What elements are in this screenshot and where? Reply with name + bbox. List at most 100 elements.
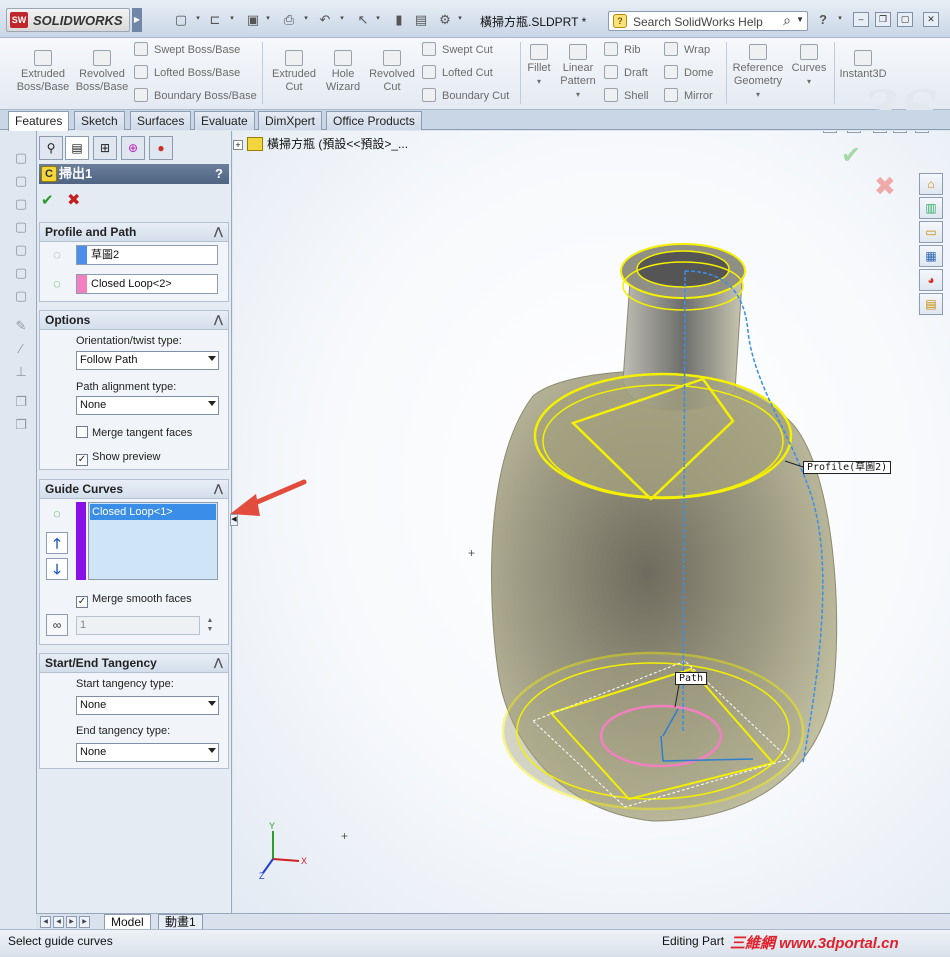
boundary-boss-button[interactable]: Boundary Boss/Base [134,87,257,105]
open-dropdown-icon[interactable]: ▾ [228,14,236,24]
collapse-icon[interactable]: ⋀ [214,223,223,241]
cube-icon[interactable]: ▢ [12,264,30,282]
cube-icon[interactable]: ▢ [12,149,30,167]
cancel-x-icon[interactable]: ✖ [67,190,80,210]
sketch-pen-icon[interactable]: ✎ [12,317,30,335]
checkbox-box[interactable]: ✓ [76,596,88,608]
last-tab-icon[interactable]: ▶ [79,916,90,928]
revolved-boss-button[interactable]: Revolved Boss/Base [72,50,132,94]
instant3d-button[interactable]: Instant3D [836,50,890,81]
merge-tangent-checkbox[interactable]: Merge tangent faces [76,426,192,440]
path-field[interactable]: Closed Loop<2> [76,274,218,294]
checkbox-box[interactable]: ✓ [76,454,88,466]
minimize-icon[interactable]: – [853,12,869,27]
options-dropdown-icon[interactable]: ▾ [456,14,464,24]
undo-dropdown-icon[interactable]: ▾ [338,14,346,24]
curves-button[interactable]: Curves ▾ [788,44,830,88]
linear-pattern-button[interactable]: Linear Pattern ▾ [558,44,598,101]
prev-tab-icon[interactable]: ◀ [53,916,64,928]
search-dropdown-icon[interactable]: ▼ [796,15,804,24]
print-icon[interactable]: ⎙ [280,12,298,28]
swept-boss-button[interactable]: Swept Boss/Base [134,41,240,59]
mirror-button[interactable]: Mirror [664,87,713,105]
ok-check-icon[interactable]: ✔ [41,191,54,209]
new-document-icon[interactable]: ▢ [172,12,190,28]
display-manager-tab-icon[interactable]: ● [149,136,173,160]
lofted-boss-button[interactable]: Lofted Boss/Base [134,64,240,82]
relations-icon[interactable]: ⊥ [12,363,30,381]
cube-icon[interactable]: ▢ [12,172,30,190]
copy-icon[interactable]: ❐ [12,416,30,434]
help-icon[interactable]: ? [814,12,832,28]
print-dropdown-icon[interactable]: ▾ [302,14,310,24]
fillet-button[interactable]: Fillet ▾ [524,44,554,88]
show-sections-icon[interactable]: ∞ [46,614,68,636]
pattern-dropdown-icon[interactable]: ▾ [576,90,580,99]
fillet-dropdown-icon[interactable]: ▾ [537,77,541,86]
collapse-panel-icon[interactable]: ◀ [230,514,238,526]
group-header[interactable]: Options ⋀ [40,311,228,330]
rebuild-icon[interactable]: ▮ [390,12,408,28]
checkbox-box[interactable] [76,426,88,438]
cube-icon[interactable]: ▢ [12,241,30,259]
cube-icon[interactable]: ▢ [12,218,30,236]
feature-manager-tab-icon[interactable]: ⚲ [39,136,63,160]
undo-icon[interactable]: ↶ [316,12,334,28]
rib-button[interactable]: Rib [604,41,641,59]
next-tab-icon[interactable]: ▶ [66,916,77,928]
dimxpert-manager-tab-icon[interactable]: ⊕ [121,136,145,160]
restore-icon[interactable]: ❐ [875,12,891,27]
dome-button[interactable]: Dome [664,64,713,82]
revolved-cut-button[interactable]: Revolved Cut [366,50,418,94]
shell-button[interactable]: Shell [604,87,648,105]
save-dropdown-icon[interactable]: ▾ [264,14,272,24]
end-tangency-select[interactable]: None [76,743,219,762]
close-icon[interactable]: ✕ [923,12,939,27]
cube-icon[interactable]: ▢ [12,195,30,213]
options-gear-icon[interactable]: ⚙ [436,12,454,28]
tab-model[interactable]: Model [104,914,151,930]
show-preview-checkbox[interactable]: ✓ Show preview [76,450,160,466]
collapse-icon[interactable]: ⋀ [214,654,223,672]
copy-icon[interactable]: ❐ [12,393,30,411]
solidworks-logo[interactable]: SW SOLIDWORKS [6,8,130,32]
help-search-box[interactable]: ? Search SolidWorks Help ⌕ ▼ [608,11,808,31]
cube-icon[interactable]: ▢ [12,287,30,305]
group-header[interactable]: Start/End Tangency ⋀ [40,654,228,673]
lofted-cut-button[interactable]: Lofted Cut [422,64,493,82]
group-header[interactable]: Guide Curves ⋀ [40,480,228,499]
path-alignment-select[interactable]: None [76,396,219,415]
collapse-icon[interactable]: ⋀ [214,311,223,329]
swept-cut-button[interactable]: Swept Cut [422,41,493,59]
profile-callout[interactable]: Profile(草圖2) [803,461,892,474]
merge-smooth-checkbox[interactable]: ✓ Merge smooth faces [76,592,192,608]
open-folder-icon[interactable]: ⊏ [206,12,224,28]
graphics-area[interactable]: +橫掃方瓶 (預設<<預設>_... ⊕ ⊕ ↺ ◩ ◈ ▾ ▣ ▾ ∞ ▾ ●… [233,131,950,913]
first-tab-icon[interactable]: ◀ [40,916,51,928]
property-manager-tab-icon[interactable]: ▤ [65,136,89,160]
orientation-select[interactable]: Follow Path [76,351,219,370]
tab-features[interactable]: Features [8,111,70,131]
help-icon[interactable]: ? [215,164,223,184]
profile-field[interactable]: 草圖2 [76,245,218,265]
path-callout[interactable]: Path [675,672,708,685]
bottle-model-preview[interactable]: + + [233,131,950,913]
hole-wizard-button[interactable]: Hole Wizard [320,50,366,94]
extruded-cut-button[interactable]: Extruded Cut [268,50,320,94]
boundary-cut-button[interactable]: Boundary Cut [422,87,509,105]
wrap-button[interactable]: Wrap [664,41,710,59]
tab-animation[interactable]: 動畫1 [158,914,203,930]
guide-curve-item[interactable]: Closed Loop<1> [90,504,216,520]
start-tangency-select[interactable]: None [76,696,219,715]
new-dropdown-icon[interactable]: ▾ [194,14,202,24]
save-icon[interactable]: ▣ [244,12,262,28]
tab-dimxpert[interactable]: DimXpert [258,111,323,130]
section-spin-input[interactable]: 1 [76,616,200,635]
select-dropdown-icon[interactable]: ▾ [374,14,382,24]
tab-office-products[interactable]: Office Products [326,111,422,130]
tab-evaluate[interactable]: Evaluate [194,111,255,130]
maximize-icon[interactable]: ▢ [897,12,913,27]
magnifier-icon[interactable]: ⌕ [783,12,791,29]
draft-button[interactable]: Draft [604,64,648,82]
help-dropdown-icon[interactable]: ▾ [836,14,844,24]
